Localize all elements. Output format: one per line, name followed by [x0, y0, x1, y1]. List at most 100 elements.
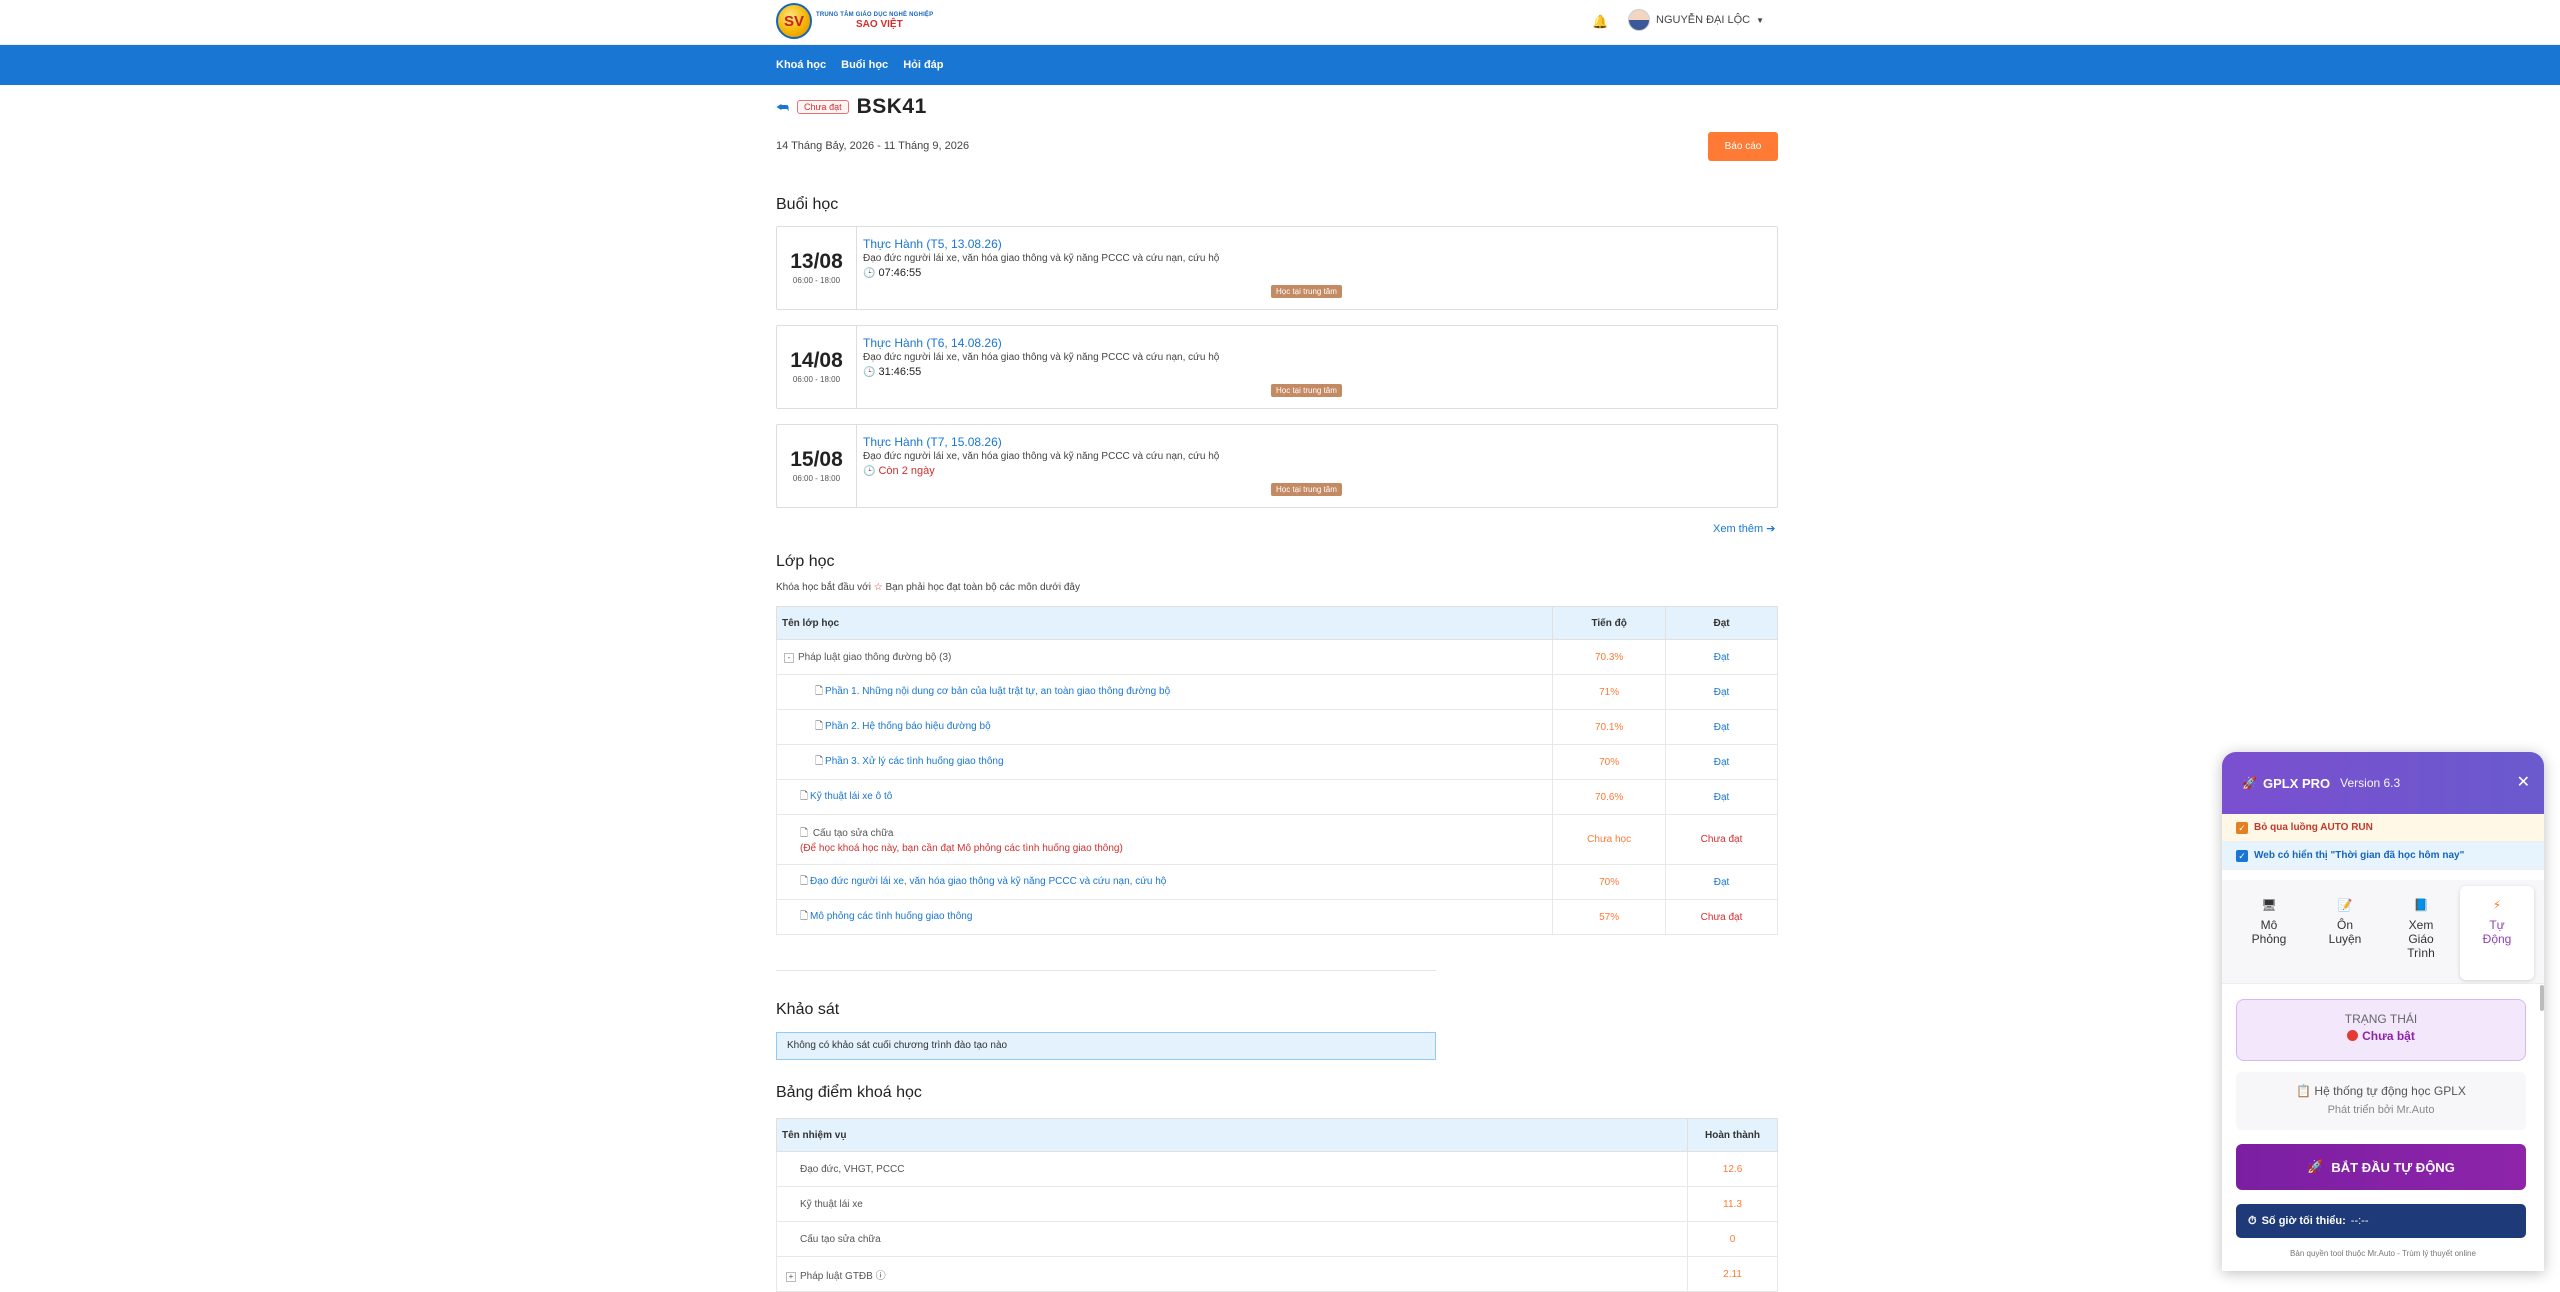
expand-toggle-icon[interactable]: + [786, 1271, 796, 1282]
classes-note: Khóa học bắt đầu với ☆ Bạn phải học đạt … [776, 582, 1080, 593]
session-desc: Đạo đức người lái xe, văn hóa giao thông… [863, 253, 1220, 264]
session-day: 14/08 [790, 349, 843, 372]
classes-table: Tên lớp học Tiến độ Đạt - Pháp luật giao … [775, 606, 1778, 935]
help-icon: ⓘ [875, 1270, 886, 1282]
tab-practice[interactable]: 📝 Ôn Luyện [2308, 886, 2382, 980]
divider [776, 970, 1436, 971]
clock-icon: 🕒 [863, 267, 876, 279]
logo-badge: SV [776, 3, 812, 39]
table-row: Kỹ thuật lái xe 11.3 [775, 1186, 1778, 1222]
site-logo[interactable]: SV TRUNG TÂM GIÁO DỤC NGHỀ NGHIỆP SAO VI… [776, 3, 933, 39]
close-icon[interactable]: ✕ [2517, 772, 2530, 792]
task-value: 0 [1687, 1221, 1778, 1257]
main-nav: Khoá học Buổi học Hỏi đáp [0, 45, 2560, 85]
panel-header: 🚀 GPLX PRO Version 6.3 ✕ [2222, 752, 2544, 814]
top-header: SV TRUNG TÂM GIÁO DỤC NGHỀ NGHIỆP SAO VI… [0, 0, 2560, 45]
report-button[interactable]: Báo cáo [1708, 132, 1778, 161]
class-pass: Đạt [1665, 779, 1778, 815]
book-icon: 📘 [2413, 898, 2429, 912]
tab-curriculum[interactable]: 📘 Xem Giáo Trình [2384, 886, 2458, 980]
class-count: (3) [939, 651, 952, 663]
nav-courses[interactable]: Khoá học [776, 59, 826, 71]
session-card[interactable]: 14/08 06:00 - 18:00 Thực Hành (T6, 14.08.… [776, 325, 1778, 409]
class-link[interactable]: Phần 2. Hệ thống báo hiệu đường bộ [825, 721, 991, 732]
lightning-icon: ⚡ [2492, 898, 2502, 912]
document-icon: 📋 [2296, 1084, 2312, 1098]
tab-label: Xem [2408, 918, 2434, 932]
avatar [1628, 9, 1650, 31]
session-name-link[interactable]: Thực Hành (T7, 15.08.26) [863, 435, 1763, 449]
tab-auto[interactable]: ⚡ Tự Động [2460, 886, 2534, 980]
document-icon: 🗋 [800, 910, 809, 922]
tab-label: Tự [2489, 918, 2505, 932]
scores-table: Tên nhiệm vụ Hoàn thành Đạo đức, VHGT, P… [775, 1118, 1778, 1292]
status-box: TRẠNG THÁI Chưa bật [2236, 999, 2526, 1061]
pencil-icon: 📝 [2337, 898, 2353, 912]
status-badge: Chưa đạt [797, 100, 849, 114]
nav-qa[interactable]: Hỏi đáp [903, 59, 943, 71]
class-link[interactable]: Kỹ thuật lái xe ô tô [810, 791, 892, 802]
tab-simulation[interactable]: 🖥 Mô Phỏng [2232, 886, 2306, 980]
tab-label: Mô [2260, 918, 2278, 932]
class-pass: Chưa đạt [1665, 899, 1778, 935]
session-card[interactable]: 15/08 06:00 - 18:00 Thực Hành (T7, 15.08.… [776, 424, 1778, 508]
collapse-toggle-icon[interactable]: - [784, 652, 794, 663]
panel-tabs: 🖥 Mô Phỏng 📝 Ôn Luyện 📘 Xem Giáo Trình ⚡… [2222, 880, 2544, 984]
session-day: 15/08 [790, 448, 843, 471]
panel-title: GPLX PRO [2262, 775, 2331, 791]
see-more-link[interactable]: Xem thêm ➔ [1713, 522, 1775, 535]
class-name: Pháp luật giao thông đường bộ [798, 651, 937, 663]
class-warning: (Để học khoá học này, bạn cần đạt Mô phỏ… [800, 842, 1123, 854]
rocket-icon: 🚀 [2242, 776, 2257, 790]
task-name: Kỹ thuật lái xe [775, 1186, 1689, 1222]
session-tag: Học tại trung tâm [1271, 384, 1342, 397]
session-card[interactable]: 13/08 06:00 - 18:00 Thực Hành (T5, 13.08.… [776, 226, 1778, 310]
tab-label: Phỏng [2251, 932, 2287, 946]
user-menu[interactable]: NGUYỄN ĐẠI LỘC ▼ [1628, 9, 1764, 31]
session-desc: Đạo đức người lái xe, văn hóa giao thông… [863, 451, 1220, 462]
bell-icon[interactable]: 🔔 [1592, 14, 1608, 30]
session-time: 06:00 - 18:00 [792, 276, 841, 285]
nav-sessions[interactable]: Buổi học [841, 59, 888, 71]
class-link[interactable]: Đạo đức người lái xe, văn hóa giao thông… [810, 876, 1166, 887]
skip-autorun-option[interactable]: ✓ Bỏ qua luồng AUTO RUN [2222, 814, 2544, 842]
caret-down-icon: ▼ [1756, 15, 1765, 25]
col-header-name: Tên lớp học [775, 606, 1554, 640]
task-name: Pháp luật GTĐB [800, 1270, 873, 1282]
table-row: 🗋 Đạo đức người lái xe, văn hóa giao thôn… [775, 864, 1778, 900]
timer-icon: ⏱ [2248, 1214, 2257, 1227]
course-date-range: 14 Tháng Bảy, 2026 - 11 Tháng 9, 2026 [776, 140, 970, 152]
user-name: NGUYỄN ĐẠI LỘC [1656, 14, 1751, 26]
copyright: Bản quyền tool thuộc Mr.Auto - Trùm lý t… [2290, 1249, 2476, 1258]
class-progress: Chưa học [1552, 814, 1667, 865]
star-icon: ☆ [873, 582, 883, 593]
table-row: 🗋 Phần 2. Hệ thống báo hiệu đường bộ 70.1… [775, 709, 1778, 745]
checkbox-checked-icon[interactable]: ✓ [2236, 821, 2248, 834]
see-more-label: Xem thêm [1713, 523, 1764, 535]
session-timer: 07:46:55 [878, 267, 922, 279]
session-name-link[interactable]: Thực Hành (T6, 14.08.26) [863, 336, 1763, 350]
class-link[interactable]: Phần 3. Xử lý các tình huống giao thông [825, 756, 1004, 767]
session-tag: Học tại trung tâm [1271, 285, 1342, 298]
class-progress: 71% [1552, 674, 1667, 710]
back-arrow-icon[interactable]: ⮪ [776, 99, 789, 116]
class-name: Cấu tạo sửa chữa [812, 827, 894, 839]
task-value: 2.11 [1687, 1256, 1778, 1292]
task-name: Đạo đức, VHGT, PCCC [775, 1151, 1689, 1187]
session-name-link[interactable]: Thực Hành (T5, 13.08.26) [863, 237, 1763, 251]
class-link[interactable]: Mô phỏng các tình huống giao thông [810, 911, 972, 922]
survey-heading: Khảo sát [776, 1001, 840, 1018]
class-link[interactable]: Phần 1. Những nội dung cơ bản của luật t… [825, 686, 1170, 697]
option-label: Bỏ qua luồng AUTO RUN [2254, 822, 2373, 833]
tab-label: Luyện [2328, 932, 2362, 946]
start-auto-button[interactable]: 🚀 BẮT ĐẦU TỰ ĐỘNG [2236, 1144, 2526, 1190]
status-label: TRẠNG THÁI [2344, 1012, 2418, 1026]
show-time-option[interactable]: ✓ Web có hiển thị "Thời gian đã học hôm … [2222, 842, 2544, 870]
session-timer: Còn 2 ngày [878, 465, 935, 477]
table-row: 🗋 Cấu tạo sửa chữa (Để học khoá học này, … [775, 814, 1778, 865]
session-time: 06:00 - 18:00 [792, 375, 841, 384]
panel-scrollbar[interactable] [2540, 985, 2544, 1011]
tab-label: Trình [2407, 946, 2435, 960]
clock-icon: 🕒 [863, 465, 876, 477]
checkbox-checked-icon[interactable]: ✓ [2236, 849, 2248, 862]
